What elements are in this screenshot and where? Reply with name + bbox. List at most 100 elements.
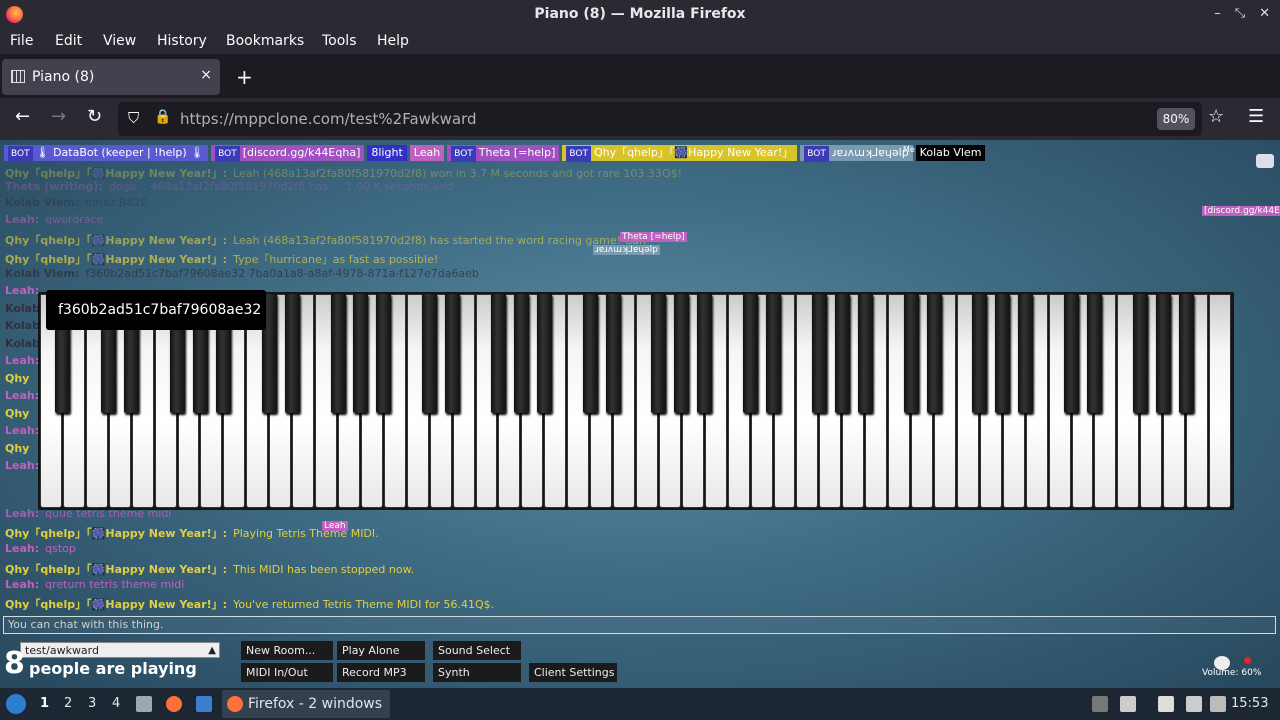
black-key[interactable] bbox=[490, 294, 506, 413]
user-tag[interactable]: Kolab Vlem bbox=[915, 145, 986, 161]
lock-icon[interactable]: 🔒 bbox=[154, 109, 171, 125]
file-manager-icon[interactable] bbox=[136, 696, 152, 712]
user-tag[interactable]: BOT 🌡 DataBot (keeper | !help) 🌡 bbox=[4, 145, 209, 162]
chat-text: f360b2ad51c7baf79608ae32 7ba0a1a8-a8af-4… bbox=[85, 267, 480, 280]
user-tag[interactable]: Leah bbox=[409, 145, 445, 161]
record-mp3-button[interactable]: Record MP3 bbox=[337, 663, 425, 682]
maximize-button[interactable]: ⤡ bbox=[1235, 6, 1245, 21]
black-key[interactable] bbox=[1018, 294, 1034, 413]
title-bar: Piano (8) — Mozilla Firefox – ⤡ ✕ bbox=[0, 0, 1280, 30]
client-settings-button[interactable]: Client Settings bbox=[529, 663, 617, 682]
tab-piano[interactable]: Piano (8) × bbox=[2, 59, 220, 95]
hamburger-menu-icon[interactable]: ☰ bbox=[1248, 106, 1264, 127]
black-key[interactable] bbox=[1155, 294, 1171, 413]
workspace-1[interactable]: 1 bbox=[40, 696, 49, 711]
bookmark-star-icon[interactable]: ☆ bbox=[1208, 106, 1224, 127]
shield-icon[interactable]: ⛉ bbox=[128, 109, 139, 127]
workspace-3[interactable]: 3 bbox=[88, 696, 96, 711]
black-key[interactable] bbox=[972, 294, 988, 413]
menu-help[interactable]: Help bbox=[377, 33, 409, 49]
black-key[interactable] bbox=[605, 294, 621, 413]
bot-badge: BOT bbox=[215, 146, 240, 162]
user-tag[interactable]: BOT Theta [=help] bbox=[447, 145, 560, 162]
minimize-button[interactable]: – bbox=[1214, 6, 1221, 21]
start-menu-icon[interactable] bbox=[6, 694, 26, 714]
synth-button[interactable]: Synth bbox=[433, 663, 521, 682]
user-tag-name: [discord.gg/k44Eqha] bbox=[242, 146, 361, 159]
back-button[interactable]: ← bbox=[15, 106, 30, 127]
workspace-4[interactable]: 4 bbox=[112, 696, 120, 711]
tab-close-button[interactable]: × bbox=[200, 67, 212, 83]
navigation-bar: ← → ↻ ⛉ 🔒 https://mppclone.com/test%2Faw… bbox=[0, 98, 1280, 140]
chat-toggle-icon[interactable] bbox=[1256, 154, 1274, 168]
user-tag[interactable]: BOT Qhy「qhelp」「🎆Happy New Year!」 bbox=[562, 145, 798, 162]
user-tag[interactable]: BOT ɹɐɹʌɯʞ⅃ɐɥǝlp bbox=[800, 145, 913, 162]
new-tab-button[interactable]: + bbox=[236, 65, 253, 89]
url-text[interactable]: https://mppclone.com/test%2Fawkward bbox=[180, 110, 477, 128]
menu-file[interactable]: File bbox=[10, 33, 33, 49]
user-tag-name: Theta [=help] bbox=[478, 146, 556, 159]
url-bar[interactable]: ⛉ 🔒 https://mppclone.com/test%2Fawkward … bbox=[118, 102, 1202, 136]
terminal-icon[interactable] bbox=[196, 696, 212, 712]
menu-view[interactable]: View bbox=[103, 33, 136, 49]
black-key[interactable] bbox=[651, 294, 667, 413]
black-key[interactable] bbox=[926, 294, 942, 413]
black-key[interactable] bbox=[353, 294, 369, 413]
clipboard-icon[interactable] bbox=[1158, 696, 1174, 712]
black-key[interactable] bbox=[513, 294, 529, 413]
network-icon[interactable] bbox=[1210, 696, 1226, 712]
menu-bookmarks[interactable]: Bookmarks bbox=[226, 33, 304, 49]
black-key[interactable] bbox=[834, 294, 850, 413]
black-key[interactable] bbox=[857, 294, 873, 413]
user-tag[interactable]: 8light bbox=[367, 145, 407, 161]
sound-select-button[interactable]: Sound Select bbox=[433, 641, 521, 660]
reload-button[interactable]: ↻ bbox=[87, 106, 102, 127]
black-key[interactable] bbox=[903, 294, 919, 413]
chat-author-partial: Qhy bbox=[5, 371, 30, 385]
chat-input[interactable]: You can chat with this thing. bbox=[3, 616, 1276, 634]
black-key[interactable] bbox=[284, 294, 300, 413]
white-key[interactable] bbox=[1209, 294, 1231, 508]
play-alone-button[interactable]: Play Alone bbox=[337, 641, 425, 660]
user-tag-name: 🌡 DataBot (keeper | !help) 🌡 bbox=[35, 146, 205, 159]
black-key[interactable] bbox=[1086, 294, 1102, 413]
chat-author: Leah: bbox=[5, 578, 40, 591]
black-key[interactable] bbox=[743, 294, 759, 413]
black-key[interactable] bbox=[1178, 294, 1194, 413]
speaker-icon[interactable] bbox=[1120, 696, 1136, 712]
black-key[interactable] bbox=[811, 294, 827, 413]
user-tag-name: Kolab Vlem bbox=[919, 146, 982, 159]
black-key[interactable] bbox=[330, 294, 346, 413]
menu-edit[interactable]: Edit bbox=[55, 33, 82, 49]
new-room-button[interactable]: New Room... bbox=[241, 641, 333, 660]
chat-message: Qhy「qhelp」「🎆Happy New Year!」: Leah (468a1… bbox=[5, 232, 646, 248]
cursor-label-me: Me bbox=[903, 145, 915, 154]
black-key[interactable] bbox=[1132, 294, 1148, 413]
black-key[interactable] bbox=[674, 294, 690, 413]
close-window-button[interactable]: ✕ bbox=[1259, 6, 1270, 21]
midi-in-out-button[interactable]: MIDI In/Out bbox=[241, 663, 333, 682]
zoom-level-button[interactable]: 80% bbox=[1157, 108, 1195, 130]
chat-text: dogb... 468a13af2fa80f581970d2f8 has ...… bbox=[108, 180, 468, 193]
black-key[interactable] bbox=[376, 294, 392, 413]
menu-history[interactable]: History bbox=[157, 33, 207, 49]
black-key[interactable] bbox=[445, 294, 461, 413]
black-key[interactable] bbox=[422, 294, 438, 413]
black-key[interactable] bbox=[766, 294, 782, 413]
black-key[interactable] bbox=[582, 294, 598, 413]
black-key[interactable] bbox=[995, 294, 1011, 413]
user-tag[interactable]: BOT [discord.gg/k44Eqha] bbox=[211, 145, 365, 162]
taskbar-firefox-button[interactable]: Firefox - 2 windows bbox=[222, 690, 390, 718]
forward-button[interactable]: → bbox=[51, 106, 66, 127]
player-count-label: people are playing bbox=[29, 659, 197, 678]
menu-bar: File Edit View History Bookmarks Tools H… bbox=[0, 30, 1280, 54]
workspace-2[interactable]: 2 bbox=[64, 696, 72, 711]
room-select[interactable]: test/awkward ▲ bbox=[20, 642, 220, 658]
battery-icon[interactable] bbox=[1186, 696, 1202, 712]
firefox-launcher-icon[interactable] bbox=[166, 696, 182, 712]
tray-up-icon[interactable] bbox=[1092, 696, 1108, 712]
black-key[interactable] bbox=[697, 294, 713, 413]
menu-tools[interactable]: Tools bbox=[322, 33, 357, 49]
black-key[interactable] bbox=[536, 294, 552, 413]
black-key[interactable] bbox=[1064, 294, 1080, 413]
